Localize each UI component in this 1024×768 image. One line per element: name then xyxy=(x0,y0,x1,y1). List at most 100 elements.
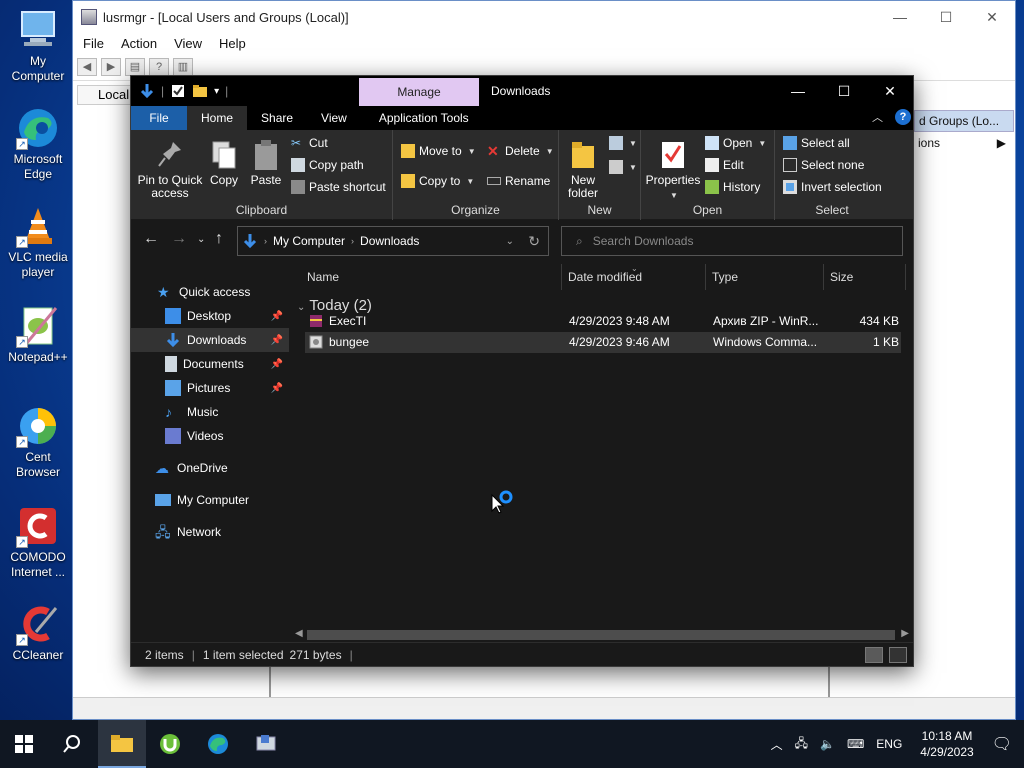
address-bar[interactable]: › My Computer › Downloads ⌄ ↻ xyxy=(237,226,549,256)
menu-file[interactable]: File xyxy=(83,36,104,51)
move-to-button[interactable]: Move to ▼ xyxy=(401,144,476,158)
invert-selection-button[interactable]: Invert selection xyxy=(783,180,882,194)
clock[interactable]: 10:18 AM 4/29/2023 xyxy=(920,728,973,760)
easy-access-button[interactable]: ▼ xyxy=(609,160,637,174)
copy-to-button[interactable]: Copy to ▼ xyxy=(401,174,474,188)
search-input[interactable]: ⌕ Search Downloads xyxy=(561,226,903,256)
file-row[interactable]: bungee 4/29/2023 9:46 AM Windows Comma..… xyxy=(305,332,901,353)
tab-home[interactable]: Home xyxy=(187,106,248,130)
nav-documents[interactable]: Documents 📌 xyxy=(131,352,289,376)
scroll-right-icon[interactable]: ▶ xyxy=(901,628,909,639)
breadcrumb-my-computer[interactable]: My Computer xyxy=(273,234,345,248)
horizontal-scrollbar[interactable]: ◀ ▶ xyxy=(291,628,913,642)
new-item-button[interactable]: ▼ xyxy=(609,136,637,150)
edit-button[interactable]: Edit xyxy=(705,158,744,172)
desktop-icon-my-computer[interactable]: My Computer xyxy=(2,8,74,84)
back-icon[interactable]: ◀ xyxy=(77,57,97,76)
nav-network[interactable]: 🖧 Network xyxy=(131,520,289,544)
select-all-button[interactable]: Select all xyxy=(783,136,850,150)
large-icons-view-icon[interactable] xyxy=(889,647,907,663)
menu-help[interactable]: Help xyxy=(219,36,246,51)
cut-button[interactable]: ✂ Cut xyxy=(291,136,328,150)
desktop-icon-vlc[interactable]: ↗ VLC media player xyxy=(2,204,74,280)
rename-button[interactable]: Rename xyxy=(487,174,550,188)
nav-quick-access[interactable]: ★ Quick access xyxy=(131,280,289,304)
start-button[interactable] xyxy=(0,720,48,768)
tab-view[interactable]: View xyxy=(307,106,361,130)
nav-onedrive[interactable]: ☁ OneDrive xyxy=(131,456,289,480)
paste-button[interactable]: Paste xyxy=(247,138,285,187)
chevron-down-icon[interactable]: ⌄ xyxy=(506,236,514,247)
new-folder-button[interactable]: New folder xyxy=(563,138,603,200)
paste-shortcut-button[interactable]: Paste shortcut xyxy=(291,180,386,194)
chevron-right-icon[interactable]: › xyxy=(264,236,267,246)
help-icon[interactable]: ? xyxy=(149,57,169,76)
history-button[interactable]: History xyxy=(705,180,760,194)
scrollbar-thumb[interactable] xyxy=(307,630,895,640)
forward-icon[interactable]: ▶ xyxy=(101,57,121,76)
breadcrumb-downloads[interactable]: Downloads xyxy=(360,234,419,248)
recent-locations-icon[interactable]: ⌄ xyxy=(197,234,205,245)
actions-header[interactable]: d Groups (Lo... xyxy=(914,110,1014,132)
tab-file[interactable]: File xyxy=(131,106,187,130)
desktop-icon-notepadpp[interactable]: ↗ Notepad++ xyxy=(2,304,74,365)
properties-button[interactable]: Properties ▼ xyxy=(645,138,701,202)
notifications-icon[interactable]: 🗨 xyxy=(992,734,1012,754)
minimize-button[interactable]: — xyxy=(877,2,923,32)
close-button[interactable]: ✕ xyxy=(969,2,1015,32)
collapse-ribbon-icon[interactable]: ︿ xyxy=(872,109,883,125)
maximize-button[interactable]: ☐ xyxy=(923,2,969,32)
menu-action[interactable]: Action xyxy=(121,36,157,51)
desktop-icon-comodo[interactable]: ↗ COMODO Internet ... xyxy=(2,504,74,580)
taskbar-utorrent[interactable] xyxy=(146,720,194,768)
network-icon[interactable]: 🖧 xyxy=(795,734,808,755)
pin-quick-access-button[interactable]: Pin to Quick access xyxy=(137,138,203,200)
nav-desktop[interactable]: Desktop 📌 xyxy=(131,304,289,328)
desktop-icon-ccleaner[interactable]: ↗ CCleaner xyxy=(2,602,74,663)
select-none-button[interactable]: Select none xyxy=(783,158,864,172)
forward-arrow-icon[interactable]: → xyxy=(171,230,187,248)
properties-check-icon[interactable] xyxy=(170,83,186,99)
details-view-icon[interactable] xyxy=(865,647,883,663)
taskbar-lusrmgr[interactable] xyxy=(242,720,290,768)
refresh-icon[interactable]: ↻ xyxy=(528,233,540,250)
taskbar-edge[interactable] xyxy=(194,720,242,768)
nav-videos[interactable]: Videos xyxy=(131,424,289,448)
language-indicator[interactable]: ENG xyxy=(876,737,902,751)
open-button[interactable]: Open ▼ xyxy=(705,136,766,150)
menu-view[interactable]: View xyxy=(174,36,202,51)
nav-pictures[interactable]: Pictures 📌 xyxy=(131,376,289,400)
nav-downloads[interactable]: Downloads 📌 xyxy=(131,328,289,352)
file-row[interactable]: ExecTI 4/29/2023 9:48 AM Архив ZIP - Win… xyxy=(305,311,901,332)
copy-button[interactable]: Copy xyxy=(207,138,241,187)
console-tree-icon[interactable]: ▤ xyxy=(125,57,145,76)
keyboard-icon[interactable]: ⌨ xyxy=(847,737,864,751)
scroll-left-icon[interactable]: ◀ xyxy=(295,628,303,639)
desktop-icon-edge[interactable]: ↗ Microsoft Edge xyxy=(2,106,74,182)
search-button[interactable] xyxy=(48,720,96,768)
copy-path-button[interactable]: Copy path xyxy=(291,158,364,172)
explorer-titlebar[interactable]: | ▾ | Manage Downloads — ☐ ✕ xyxy=(131,76,913,106)
column-header-type[interactable]: Type xyxy=(706,264,824,290)
column-header-size[interactable]: Size xyxy=(824,264,906,290)
tab-application-tools[interactable]: Application Tools xyxy=(361,106,487,130)
help-icon[interactable]: ? xyxy=(895,109,911,125)
up-arrow-icon[interactable]: ↑ xyxy=(215,230,223,248)
nav-my-computer[interactable]: My Computer xyxy=(131,488,289,512)
actions-row[interactable]: ions ▶ xyxy=(914,132,1014,154)
volume-icon[interactable]: 🔈 xyxy=(820,737,835,751)
lusrmgr-titlebar[interactable]: lusrmgr - [Local Users and Groups (Local… xyxy=(73,1,1015,33)
tab-share[interactable]: Share xyxy=(247,106,307,130)
minimize-button[interactable]: — xyxy=(775,76,821,106)
taskbar-file-explorer[interactable] xyxy=(98,720,146,768)
customize-qat-icon[interactable]: ▾ xyxy=(214,86,219,97)
chevron-right-icon[interactable]: › xyxy=(351,236,354,246)
chevron-up-icon[interactable]: ︿ xyxy=(771,736,783,753)
delete-button[interactable]: ✕ Delete ▼ xyxy=(487,144,554,158)
nav-music[interactable]: ♪ Music xyxy=(131,400,289,424)
new-folder-icon[interactable] xyxy=(192,83,208,99)
back-arrow-icon[interactable]: ← xyxy=(143,230,159,248)
column-header-name[interactable]: Name xyxy=(301,264,562,290)
tab-manage[interactable]: Manage xyxy=(359,78,479,106)
maximize-button[interactable]: ☐ xyxy=(821,76,867,106)
